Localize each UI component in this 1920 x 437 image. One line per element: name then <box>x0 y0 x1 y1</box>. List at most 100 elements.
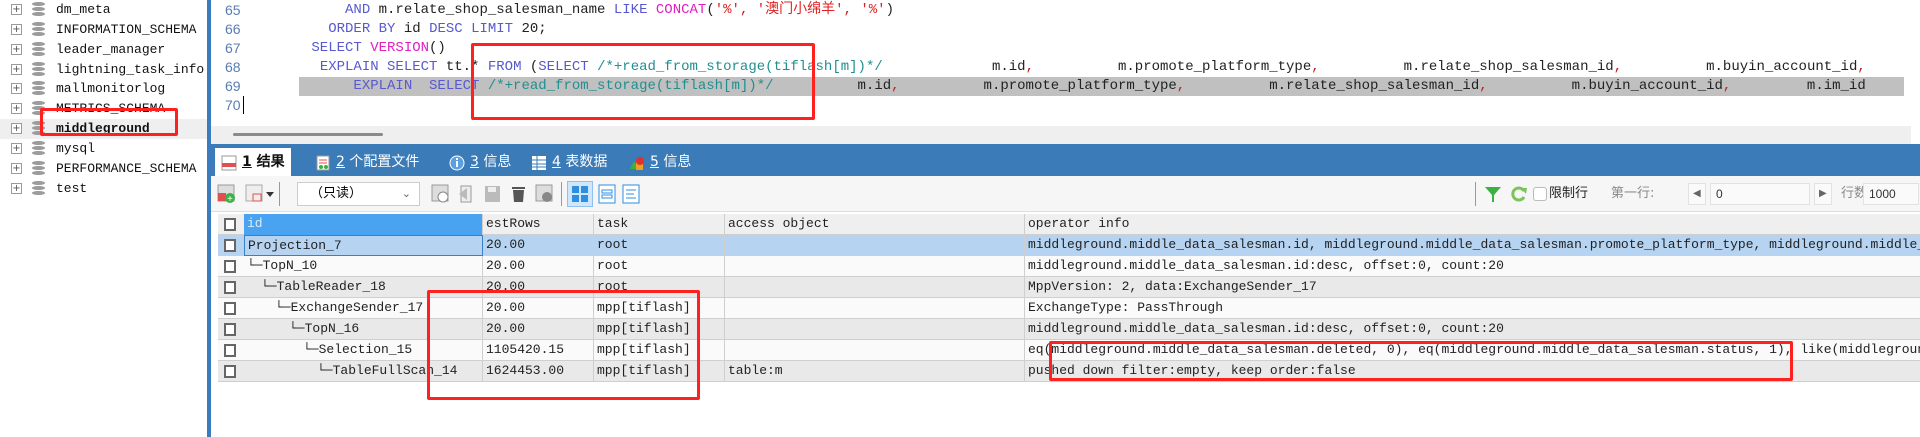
import-icon[interactable] <box>457 184 477 204</box>
database-item[interactable]: + leader_manager <box>0 40 207 60</box>
cell-task[interactable]: mpp[tiflash] <box>594 361 725 382</box>
table-row[interactable]: └─TableReader_18 20.00 root MppVersion: 2, … <box>218 277 1920 298</box>
cell-info[interactable]: MppVersion: 2, data:ExchangeSender_17 <box>1025 277 1920 298</box>
save-icon[interactable] <box>483 184 503 204</box>
delete-row-dropdown-icon[interactable] <box>245 184 275 204</box>
cell-task[interactable]: root <box>594 256 725 277</box>
expand-icon[interactable]: + <box>11 64 22 75</box>
column-header-task[interactable]: task <box>594 214 725 235</box>
row-checkbox[interactable] <box>224 302 236 315</box>
row-checkbox[interactable] <box>224 260 236 273</box>
cell-access[interactable] <box>725 277 1025 298</box>
row-checkbox[interactable] <box>224 323 236 336</box>
cell-info[interactable]: pushed down filter:empty, keep order:fal… <box>1025 361 1920 382</box>
table-row[interactable]: └─ExchangeSender_17 20.00 mpp[tiflash] Exch… <box>218 298 1920 319</box>
expand-icon[interactable]: + <box>11 123 22 134</box>
cell-access[interactable] <box>725 298 1025 319</box>
cell-access[interactable] <box>725 235 1025 256</box>
database-item[interactable]: + mallmonitorlog <box>0 79 207 99</box>
cell-estRows[interactable]: 20.00 <box>483 235 594 256</box>
tab-5[interactable]: 5 信息 <box>629 148 691 176</box>
cell-info[interactable]: middleground.middle_data_salesman.id, mi… <box>1025 235 1920 256</box>
form-view-icon[interactable] <box>597 184 617 204</box>
grid-view-icon[interactable] <box>567 181 593 207</box>
database-item[interactable]: + dm_meta <box>0 0 207 20</box>
expand-icon[interactable]: + <box>11 44 22 55</box>
add-row-icon[interactable]: + <box>217 184 237 206</box>
expand-icon[interactable]: + <box>11 183 22 194</box>
tab-1[interactable]: 1 结果 <box>215 148 291 176</box>
expand-icon[interactable]: + <box>11 163 22 174</box>
cell-info[interactable]: middleground.middle_data_salesman.id:des… <box>1025 319 1920 340</box>
row-count-input[interactable]: 1000 <box>1863 183 1919 205</box>
cell-task[interactable]: mpp[tiflash] <box>594 298 725 319</box>
limit-rows-checkbox[interactable] <box>1533 187 1547 201</box>
edit-mode-select[interactable]: （只读） ⌄ <box>297 182 420 206</box>
cell-task[interactable]: root <box>594 235 725 256</box>
cell-task[interactable]: root <box>594 277 725 298</box>
cell-id[interactable]: └─TableFullScan_14 <box>244 361 483 382</box>
cell-id[interactable]: └─ExchangeSender_17 <box>244 298 483 319</box>
cell-id[interactable]: Projection_7 <box>244 235 483 256</box>
expand-icon[interactable]: + <box>11 103 22 114</box>
cancel-changes-icon[interactable] <box>535 184 555 204</box>
row-checkbox[interactable] <box>224 239 236 252</box>
scrollbar-thumb[interactable] <box>233 133 383 136</box>
database-item[interactable]: + middleground <box>0 119 207 139</box>
table-row[interactable]: └─TopN_10 20.00 root middleground.middle_da… <box>218 256 1920 277</box>
cell-id[interactable]: └─TopN_10 <box>244 256 483 277</box>
cell-access[interactable]: table:m <box>725 361 1025 382</box>
database-item[interactable]: + INFORMATION_SCHEMA <box>0 20 207 40</box>
cell-info[interactable]: ExchangeType: PassThrough <box>1025 298 1920 319</box>
previous-page-button[interactable]: ◀ <box>1688 183 1706 205</box>
expand-icon[interactable]: + <box>11 4 22 15</box>
tab-3[interactable]: 3 信息 <box>449 148 511 176</box>
cell-estRows[interactable]: 20.00 <box>483 277 594 298</box>
cell-task[interactable]: mpp[tiflash] <box>594 340 725 361</box>
text-view-icon[interactable] <box>621 184 641 204</box>
first-row-input[interactable]: 0 <box>1710 183 1810 205</box>
cell-id[interactable]: └─Selection_15 <box>244 340 483 361</box>
copy-row-icon[interactable] <box>431 184 451 204</box>
row-checkbox[interactable] <box>224 344 236 357</box>
expand-icon[interactable]: + <box>11 143 22 154</box>
cell-access[interactable] <box>725 256 1025 277</box>
column-header-operator-info[interactable]: operator info <box>1025 214 1920 235</box>
next-page-button[interactable]: ▶ <box>1814 183 1832 205</box>
tab-2[interactable]: 2 个配置文件 <box>315 148 419 176</box>
database-item[interactable]: + lightning_task_info <box>0 60 207 80</box>
row-checkbox[interactable] <box>224 281 236 294</box>
cell-estRows[interactable]: 1624453.00 <box>483 361 594 382</box>
cell-id[interactable]: └─TableReader_18 <box>244 277 483 298</box>
column-header-access-object[interactable]: access object <box>725 214 1025 235</box>
column-header-estRows[interactable]: estRows <box>483 214 594 235</box>
database-item[interactable]: + METRICS_SCHEMA <box>0 99 207 119</box>
cell-estRows[interactable]: 20.00 <box>483 319 594 340</box>
trash-icon[interactable] <box>509 184 529 204</box>
editor-horizontal-scrollbar[interactable] <box>211 126 1911 144</box>
table-row[interactable]: └─Selection_15 1105420.15 mpp[tiflash] eq(m… <box>218 340 1920 361</box>
cell-estRows[interactable]: 20.00 <box>483 256 594 277</box>
column-header-id[interactable]: id <box>244 214 483 235</box>
table-row[interactable]: └─TableFullScan_14 1624453.00 mpp[tiflash]… <box>218 361 1920 382</box>
cell-estRows[interactable]: 20.00 <box>483 298 594 319</box>
cell-estRows[interactable]: 1105420.15 <box>483 340 594 361</box>
database-item[interactable]: + PERFORMANCE_SCHEMA <box>0 159 207 179</box>
expand-icon[interactable]: + <box>11 83 22 94</box>
database-item[interactable]: + test <box>0 179 207 199</box>
cell-info[interactable]: middleground.middle_data_salesman.id:des… <box>1025 256 1920 277</box>
refresh-icon[interactable] <box>1509 184 1529 204</box>
filter-icon[interactable] <box>1483 184 1503 204</box>
cell-id[interactable]: └─TopN_16 <box>244 319 483 340</box>
cell-info[interactable]: eq(middleground.middle_data_salesman.del… <box>1025 340 1920 361</box>
cell-access[interactable] <box>725 340 1025 361</box>
tab-4[interactable]: 4 表数据 <box>531 148 607 176</box>
sql-editor[interactable]: 65 AND m.relate_shop_salesman_name LIKE … <box>211 0 1911 126</box>
table-row[interactable]: └─TopN_16 20.00 mpp[tiflash] middleground.m… <box>218 319 1920 340</box>
cell-task[interactable]: mpp[tiflash] <box>594 319 725 340</box>
database-item[interactable]: + mysql <box>0 139 207 159</box>
select-all-checkbox[interactable] <box>224 218 236 231</box>
cell-access[interactable] <box>725 319 1025 340</box>
expand-icon[interactable]: + <box>11 24 22 35</box>
table-row[interactable]: Projection_7 20.00 root middleground.middle… <box>218 235 1920 256</box>
